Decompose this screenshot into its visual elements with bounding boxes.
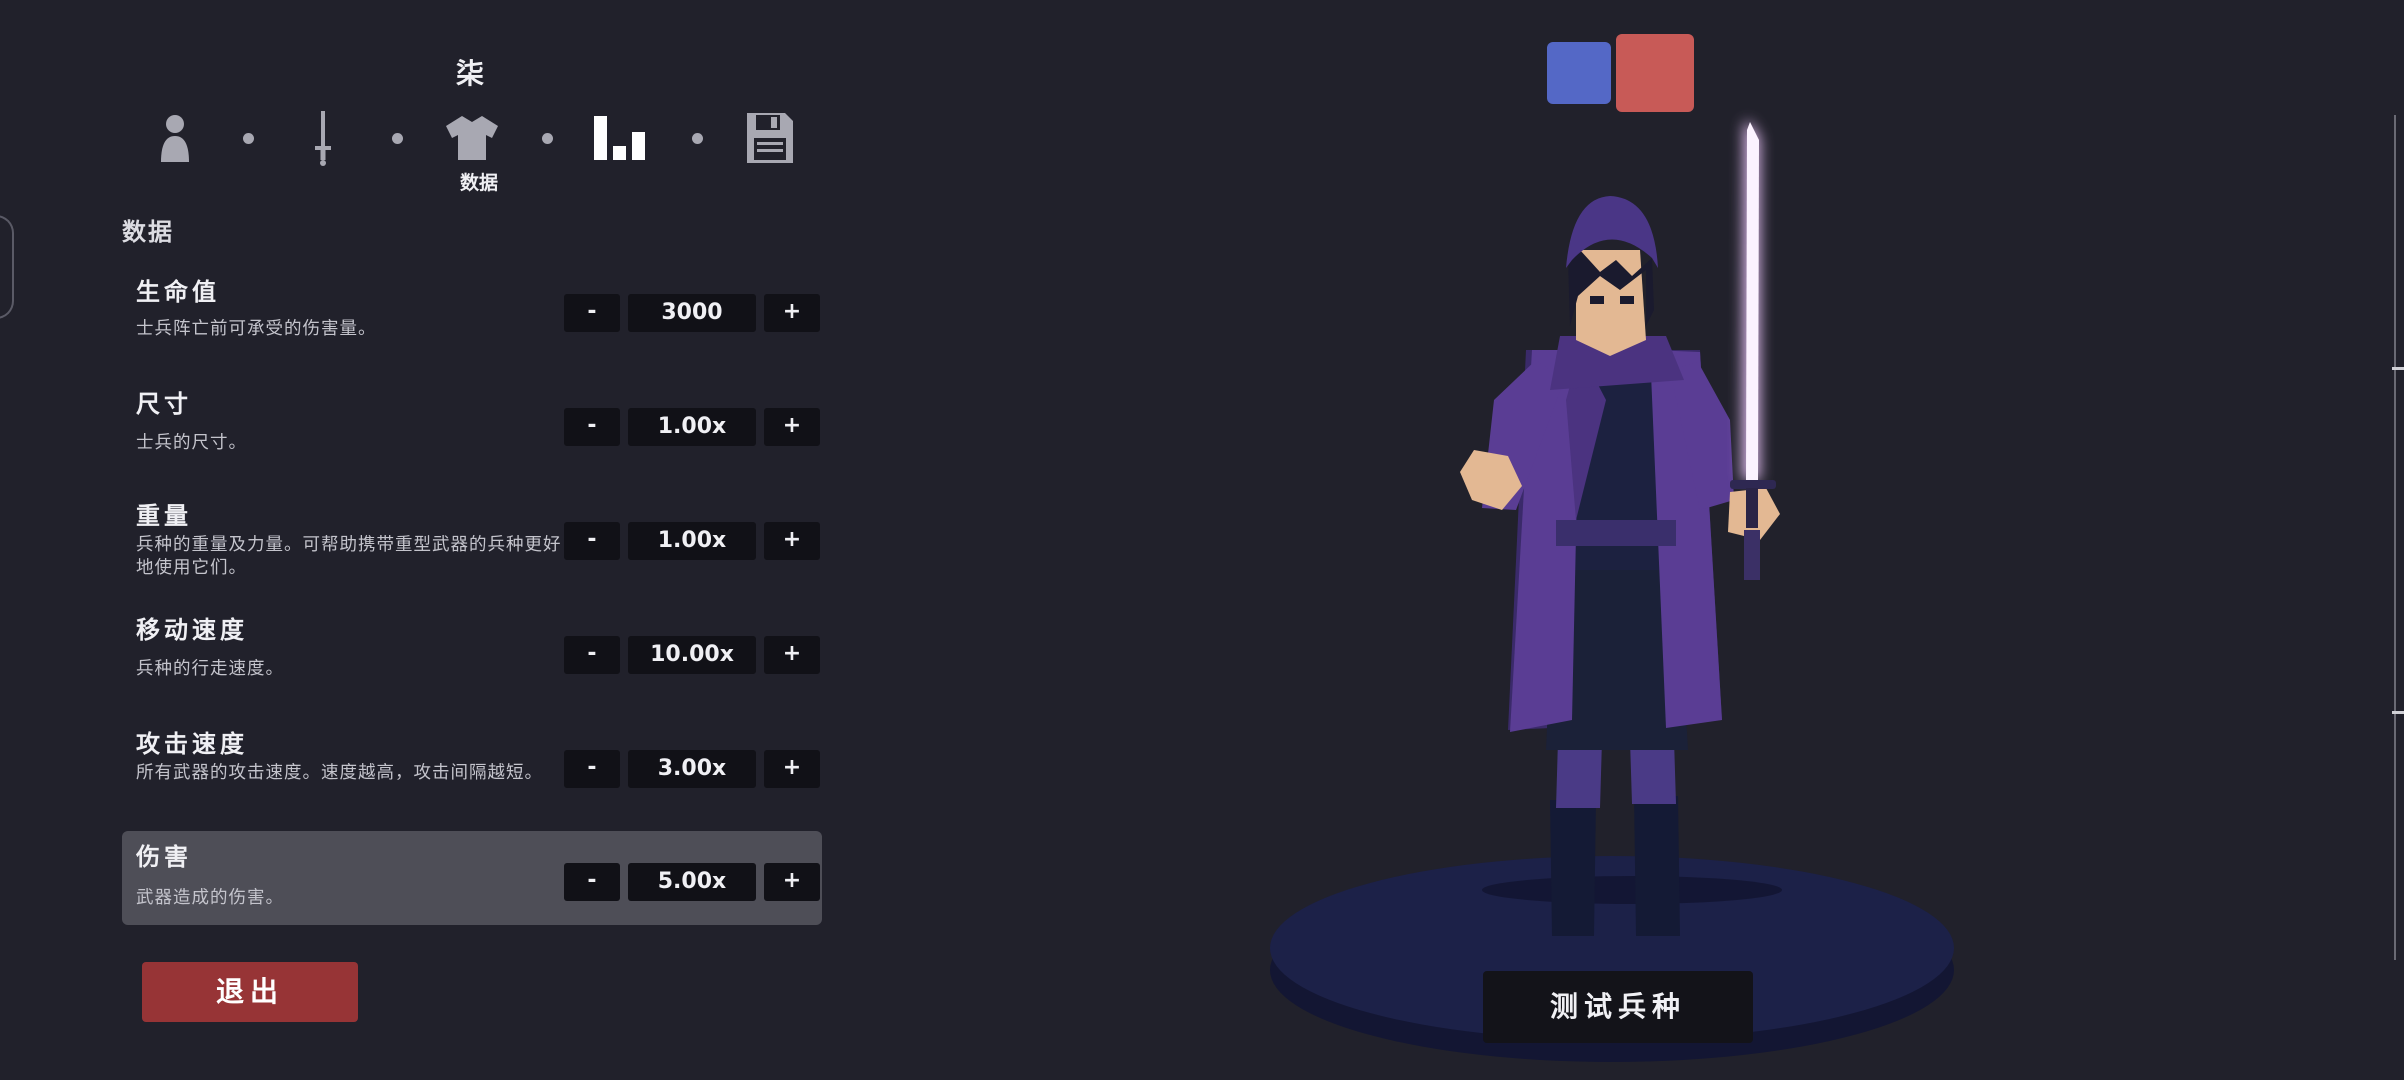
increase-button[interactable]: + xyxy=(764,408,820,446)
stat-attack-speed: 攻击速度 所有武器的攻击速度。速度越高，攻击间隔越短。 - 3.00x + xyxy=(122,718,822,812)
stat-description: 士兵阵亡前可承受的伤害量。 xyxy=(136,319,377,339)
step-dot xyxy=(243,133,254,144)
stat-name: 伤害 xyxy=(136,843,192,871)
stat-name: 生命值 xyxy=(136,278,220,306)
stat-name: 尺寸 xyxy=(136,390,192,418)
stat-name: 攻击速度 xyxy=(136,730,248,758)
section-title: 数据 xyxy=(122,218,174,246)
stat-size: 尺寸 士兵的尺寸。 - 1.00x + xyxy=(122,376,822,470)
stat-description: 士兵的尺寸。 xyxy=(136,433,247,453)
step-clothing[interactable] xyxy=(437,108,507,168)
decrease-button[interactable]: - xyxy=(564,408,620,446)
stat-value[interactable]: 10.00x xyxy=(628,636,756,674)
step-dot xyxy=(392,133,403,144)
rail-tick xyxy=(2392,711,2404,714)
step-save[interactable] xyxy=(735,108,805,168)
unit-model xyxy=(1460,196,1780,936)
increase-button[interactable]: + xyxy=(764,522,820,560)
stat-value[interactable]: 1.00x xyxy=(628,408,756,446)
decrease-button[interactable]: - xyxy=(564,294,620,332)
decrease-button[interactable]: - xyxy=(564,636,620,674)
team-color-blue[interactable] xyxy=(1547,42,1611,104)
stat-health: 生命值 士兵阵亡前可承受的伤害量。 - 3000 + xyxy=(122,262,822,356)
step-appearance[interactable] xyxy=(140,108,210,168)
bar-chart-icon xyxy=(594,116,645,160)
stat-value[interactable]: 3000 xyxy=(628,294,756,332)
decrease-button[interactable]: - xyxy=(564,750,620,788)
step-dot xyxy=(692,133,703,144)
stat-damage[interactable]: 伤害 武器造成的伤害。 - 5.00x + xyxy=(122,831,822,925)
increase-button[interactable]: + xyxy=(764,636,820,674)
increase-button[interactable]: + xyxy=(764,750,820,788)
increase-button[interactable]: + xyxy=(764,294,820,332)
unit-name: 柒 xyxy=(455,57,484,90)
stat-weight: 重量 兵种的重量及力量。可帮助携带重型武器的兵种更好地使用它们。 - 1.00x… xyxy=(122,490,822,584)
decrease-button[interactable]: - xyxy=(564,522,620,560)
increase-button[interactable]: + xyxy=(764,863,820,901)
stat-description: 兵种的行走速度。 xyxy=(136,659,284,679)
stat-name: 重量 xyxy=(136,502,192,530)
rail-tick xyxy=(2392,367,2404,370)
shirt-icon xyxy=(446,116,498,160)
step-weapon[interactable] xyxy=(288,108,358,168)
exit-button[interactable]: 退出 xyxy=(142,962,358,1022)
step-dot xyxy=(542,133,553,144)
step-label-stats: 数据 xyxy=(459,172,498,194)
stat-name: 移动速度 xyxy=(136,616,248,644)
test-unit-button[interactable]: 测试兵种 xyxy=(1483,971,1753,1043)
unit-preview xyxy=(1270,120,1954,1062)
stat-value[interactable]: 3.00x xyxy=(628,750,756,788)
scroll-rail[interactable] xyxy=(2392,115,2404,960)
stat-description: 所有武器的攻击速度。速度越高，攻击间隔越短。 xyxy=(136,763,543,783)
decrease-button[interactable]: - xyxy=(564,863,620,901)
sword-icon xyxy=(315,111,331,166)
person-icon xyxy=(161,115,189,162)
stat-value[interactable]: 5.00x xyxy=(628,863,756,901)
save-icon xyxy=(747,113,793,163)
stat-description: 武器造成的伤害。 xyxy=(136,888,284,908)
stat-description: 兵种的重量及力量。可帮助携带重型武器的兵种更好地使用它们。 xyxy=(136,535,562,578)
step-stats[interactable] xyxy=(585,108,655,168)
stat-value[interactable]: 1.00x xyxy=(628,522,756,560)
stat-move-speed: 移动速度 兵种的行走速度。 - 10.00x + xyxy=(122,604,822,698)
side-panel-tab[interactable] xyxy=(0,215,14,319)
